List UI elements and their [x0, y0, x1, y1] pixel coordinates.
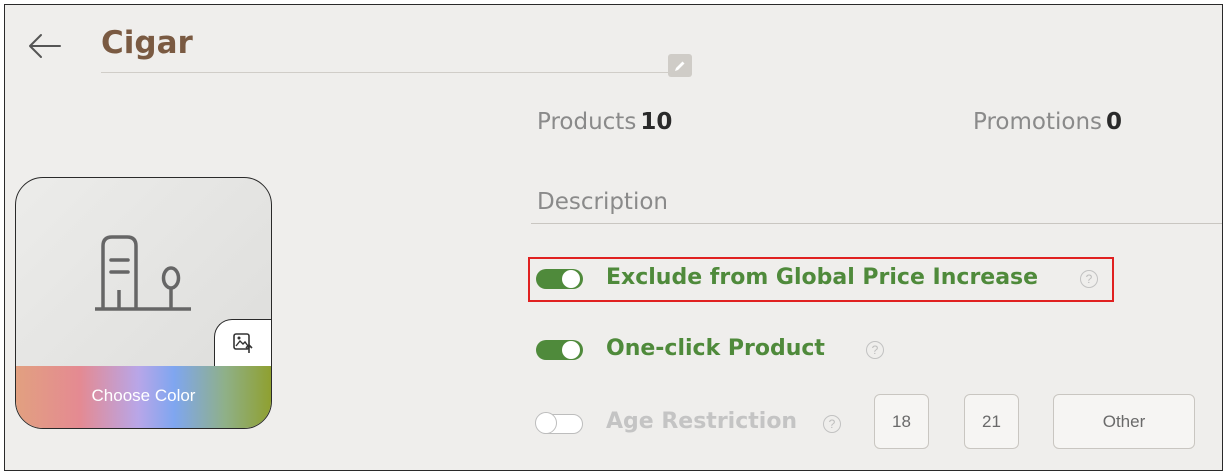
promotions-stat: Promotions 0 [973, 109, 1122, 135]
title-underline [101, 72, 691, 73]
help-icon[interactable]: ? [1080, 270, 1098, 288]
age-option-other[interactable]: Other [1053, 394, 1195, 449]
one-click-toggle[interactable] [536, 340, 583, 360]
upload-image-button[interactable] [214, 319, 271, 367]
promotions-label: Promotions [973, 109, 1103, 135]
promotions-count: 0 [1106, 109, 1123, 135]
help-icon[interactable]: ? [823, 415, 841, 433]
category-image-card[interactable]: Choose Color [15, 177, 272, 429]
pencil-icon [675, 61, 685, 71]
products-label: Products [537, 109, 637, 135]
exclude-global-toggle[interactable] [536, 269, 583, 289]
choose-color-button[interactable]: Choose Color [16, 366, 271, 428]
choose-color-label: Choose Color [91, 386, 196, 405]
one-click-label: One-click Product [606, 336, 825, 361]
age-option-18[interactable]: 18 [874, 394, 929, 449]
age-restriction-toggle[interactable] [535, 412, 583, 434]
age-restriction-label: Age Restriction [606, 409, 798, 434]
products-count: 10 [640, 109, 673, 135]
exclude-global-label: Exclude from Global Price Increase [606, 265, 1039, 290]
image-upload-icon [233, 333, 253, 353]
back-arrow-icon[interactable] [27, 31, 63, 61]
page-title[interactable]: Cigar [101, 25, 193, 61]
edit-title-button[interactable] [668, 54, 692, 77]
description-underline [531, 223, 1222, 224]
category-editor: Cigar Products 10 Promotions 0 Description [4, 4, 1223, 471]
products-stat: Products 10 [537, 109, 672, 135]
description-field[interactable]: Description [537, 189, 668, 215]
store-icon [95, 235, 191, 311]
age-option-21[interactable]: 21 [964, 394, 1019, 449]
help-icon[interactable]: ? [866, 341, 884, 359]
